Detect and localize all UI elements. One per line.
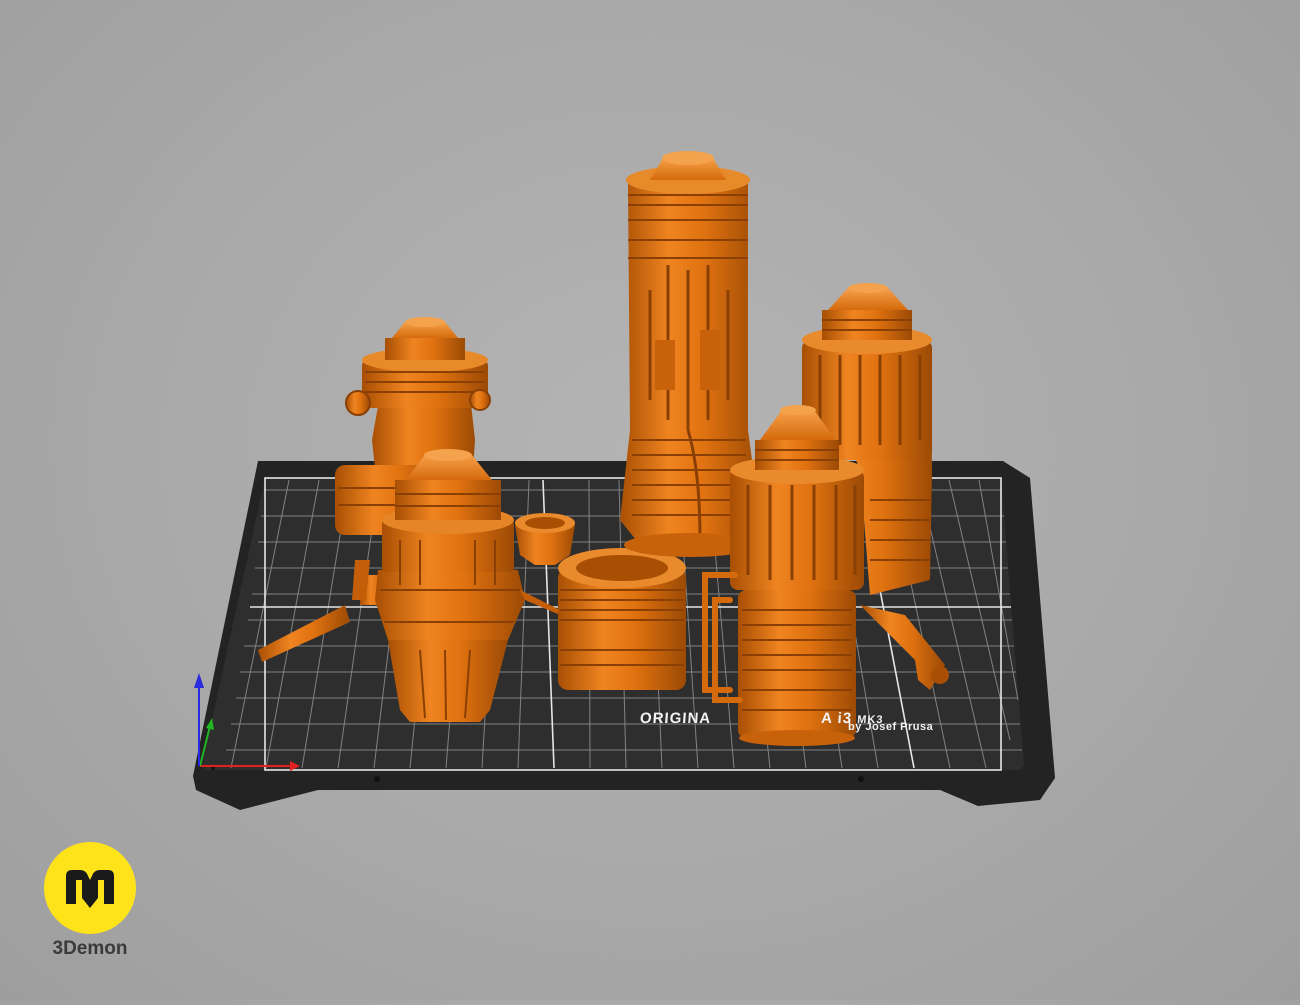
- model-part-ring-cylinder[interactable]: [558, 548, 686, 690]
- bed-label-maker: by Josef Prusa: [848, 721, 934, 733]
- brand-logo-icon: [44, 842, 136, 934]
- 3d-viewport[interactable]: [0, 0, 1300, 1000]
- brand-name: 3Demon: [52, 938, 128, 959]
- model-part-small-cup[interactable]: [515, 513, 575, 565]
- brand-watermark: 3Demon: [44, 842, 136, 960]
